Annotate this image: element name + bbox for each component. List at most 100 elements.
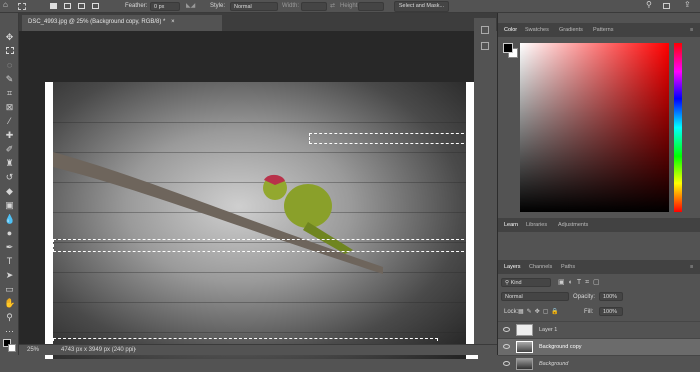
document-canvas[interactable]: [45, 82, 478, 359]
fill-input[interactable]: 100%: [599, 307, 623, 316]
share-icon[interactable]: ⇪: [684, 1, 691, 9]
gradient-tool-icon[interactable]: ▣: [4, 200, 15, 211]
panel-icon-strip: [474, 18, 496, 344]
subtract-selection-icon[interactable]: [78, 3, 85, 9]
healing-brush-tool-icon[interactable]: ✚: [4, 130, 15, 141]
blend-mode-dropdown[interactable]: Normal: [501, 292, 569, 301]
document-tab-title: DSC_4993.jpg @ 25% (Background copy, RGB…: [28, 19, 166, 25]
document-dimensions: 4743 px x 3949 px (240 ppi): [61, 347, 136, 353]
dodge-tool-icon[interactable]: ●: [4, 228, 15, 239]
filter-icons[interactable]: ▣◐T⌗▢: [558, 278, 604, 287]
background-color-swatch[interactable]: [8, 344, 16, 352]
feather-input[interactable]: 0 px: [150, 2, 180, 11]
options-bar: ⌂ Feather: 0 px ◣◢ Style: Normal Width: …: [0, 0, 700, 13]
width-label: Width:: [282, 3, 300, 9]
quick-selection-tool-icon[interactable]: ✎: [4, 74, 15, 85]
tab-adjustments[interactable]: Adjustments: [558, 222, 588, 228]
selection-marquee-top[interactable]: [309, 133, 469, 144]
crop-tool-icon[interactable]: ⌗: [4, 88, 15, 99]
pen-tool-icon[interactable]: ✒: [4, 242, 15, 253]
right-panels: Color Swatches Gradients Patterns ≡ Lear…: [497, 13, 700, 370]
layer-row-selected[interactable]: Background copy: [498, 338, 700, 355]
intersect-selection-icon[interactable]: [92, 3, 99, 9]
style-label: Style:: [210, 3, 226, 9]
properties-panel-icon[interactable]: [481, 42, 489, 50]
move-tool-icon[interactable]: ✥: [4, 32, 15, 43]
zoom-tool-icon[interactable]: ⚲: [4, 312, 15, 323]
history-panel-icon[interactable]: [481, 26, 489, 34]
layer-thumbnail: [516, 324, 533, 336]
tab-patterns[interactable]: Patterns: [593, 27, 613, 33]
layer-name: Background copy: [539, 344, 582, 350]
fill-label: Fill:: [584, 309, 594, 315]
tab-paths[interactable]: Paths: [561, 264, 575, 270]
document-tab-bar: DSC_4993.jpg @ 25% (Background copy, RGB…: [19, 13, 497, 31]
canvas-left-border: [45, 82, 53, 359]
photo-parrot-in-cage: [53, 82, 466, 359]
workspace-icon[interactable]: [663, 3, 670, 9]
new-selection-icon[interactable]: [50, 3, 57, 9]
zoom-level[interactable]: 25%: [27, 347, 39, 353]
eraser-tool-icon[interactable]: ◆: [4, 186, 15, 197]
foreground-color-chip[interactable]: [503, 43, 513, 53]
tab-swatches[interactable]: Swatches: [525, 27, 549, 33]
rectangle-tool-icon[interactable]: ▭: [4, 284, 15, 295]
layer-row[interactable]: Background: [498, 355, 700, 372]
visibility-eye-icon[interactable]: [503, 327, 510, 332]
tab-gradients[interactable]: Gradients: [559, 27, 583, 33]
more-tools-icon[interactable]: ⋯: [4, 326, 15, 337]
rectangular-marquee-tool-icon[interactable]: [4, 46, 15, 57]
layers-panel-menu-icon[interactable]: ≡: [690, 264, 693, 270]
select-mask-button[interactable]: Select and Mask...: [394, 1, 449, 12]
tools-panel: ✥ ◌ ✎ ⌗ ⊠ ⁄ ✚ ✐ ♜ ↺ ◆ ▣ 💧 ● ✒ T ➤ ▭ ✋ ⚲ …: [0, 13, 19, 355]
tab-color[interactable]: Color: [504, 27, 517, 33]
visibility-eye-icon[interactable]: [503, 361, 510, 366]
home-icon[interactable]: ⌂: [3, 1, 8, 9]
selection-marquee-middle[interactable]: [53, 239, 469, 252]
color-panel-tabs: Color Swatches Gradients Patterns ≡: [498, 23, 700, 37]
panel-menu-icon[interactable]: ≡: [690, 27, 693, 33]
tab-layers[interactable]: Layers: [504, 264, 521, 270]
eyedropper-tool-icon[interactable]: ⁄: [4, 116, 15, 127]
hand-tool-icon[interactable]: ✋: [4, 298, 15, 309]
lock-icons[interactable]: ▦✎✥▢🔒: [518, 308, 562, 315]
height-input[interactable]: [358, 2, 384, 11]
frame-tool-icon[interactable]: ⊠: [4, 102, 15, 113]
width-input[interactable]: [301, 2, 327, 11]
hue-slider[interactable]: [674, 43, 682, 212]
layer-row[interactable]: Layer 1: [498, 321, 700, 338]
tab-learn[interactable]: Learn: [504, 222, 518, 228]
parrot-illustration: [53, 152, 383, 274]
close-tab-icon[interactable]: ×: [171, 19, 175, 25]
lock-label: Lock:: [504, 309, 519, 315]
status-menu-chevron-icon[interactable]: ›: [134, 347, 136, 353]
layers-panel-tabs: Layers Channels Paths ≡: [498, 260, 700, 274]
tab-channels[interactable]: Channels: [529, 264, 552, 270]
opacity-input[interactable]: 100%: [599, 292, 623, 301]
type-tool-icon[interactable]: T: [4, 256, 15, 267]
document-tab[interactable]: DSC_4993.jpg @ 25% (Background copy, RGB…: [22, 15, 222, 31]
marquee-tool-icon[interactable]: [18, 3, 26, 10]
canvas-area[interactable]: [19, 31, 490, 359]
anti-alias-icon[interactable]: ◣◢: [186, 3, 195, 10]
layer-name: Layer 1: [539, 327, 558, 333]
search-icon: ⚲: [505, 280, 510, 286]
status-bar: 25% 4743 px x 3949 px (240 ppi) ›: [19, 344, 497, 355]
blur-tool-icon[interactable]: 💧: [4, 214, 15, 225]
history-brush-tool-icon[interactable]: ↺: [4, 172, 15, 183]
clone-stamp-tool-icon[interactable]: ♜: [4, 158, 15, 169]
color-picker-field[interactable]: [520, 43, 669, 212]
path-selection-tool-icon[interactable]: ➤: [4, 270, 15, 281]
add-selection-icon[interactable]: [64, 3, 71, 9]
lasso-tool-icon[interactable]: ◌: [4, 60, 15, 71]
search-icon[interactable]: ⚲: [646, 1, 652, 9]
kind-filter-dropdown[interactable]: ⚲ Kind: [501, 278, 551, 287]
opacity-label: Opacity:: [573, 294, 596, 300]
brush-tool-icon[interactable]: ✐: [4, 144, 15, 155]
tab-libraries[interactable]: Libraries: [526, 222, 547, 228]
style-dropdown[interactable]: Normal: [230, 2, 278, 11]
swap-icon[interactable]: ⇄: [330, 3, 335, 10]
visibility-eye-icon[interactable]: [503, 344, 510, 349]
layer-thumbnail: [516, 341, 533, 353]
layer-thumbnail: [516, 358, 533, 370]
